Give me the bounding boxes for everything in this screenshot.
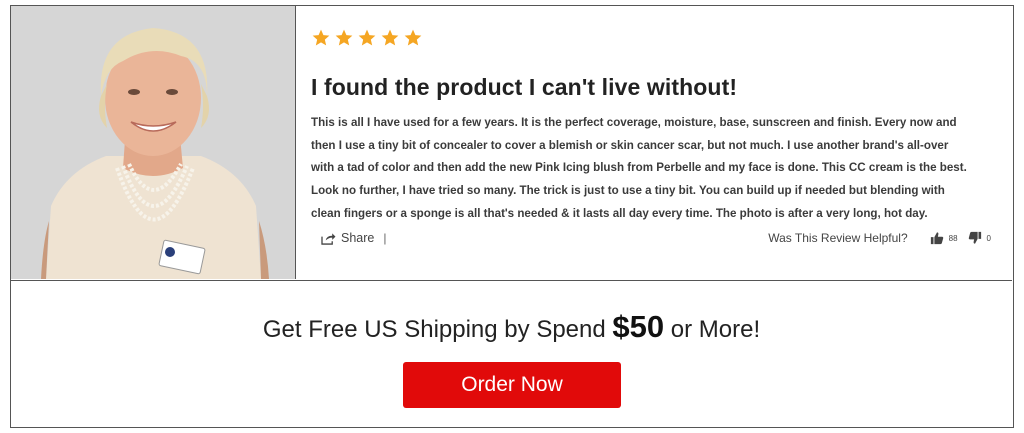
thumbs-down-icon [968, 231, 982, 245]
star-icon [357, 28, 377, 48]
star-rating [311, 28, 423, 48]
thumbs-up-count: 88 [948, 233, 958, 243]
review-body: I found the product I can't live without… [311, 6, 1001, 279]
helpful-question: Was This Review Helpful? [768, 231, 908, 245]
star-icon [403, 28, 423, 48]
divider: | [383, 231, 387, 245]
promo-text-before: Get Free US Shipping by Spend [262, 316, 613, 343]
thumbs-down-count: 0 [986, 233, 991, 243]
star-icon [334, 28, 354, 48]
thumbs-down-button[interactable]: 0 [968, 231, 991, 245]
review-card: I found the product I can't live without… [11, 6, 1012, 281]
review-text: This is all I have used for a few years.… [311, 116, 967, 220]
share-button[interactable]: Share | [321, 231, 386, 245]
promo-section: Get Free US Shipping by Spend $50 or Mor… [11, 282, 1012, 427]
helpful-section: Was This Review Helpful? 88 0 [768, 231, 991, 245]
review-widget: I found the product I can't live without… [10, 5, 1014, 428]
review-title: I found the product I can't live without… [311, 74, 738, 100]
thumbs-up-button[interactable]: 88 [930, 231, 958, 245]
star-icon [311, 28, 331, 48]
promo-text-after: or More! [664, 316, 761, 343]
promo-amount: $50 [612, 309, 665, 344]
reviewer-photo [11, 6, 296, 279]
star-icon [380, 28, 400, 48]
review-actions: Share | Was This Review Helpful? 88 0 [321, 230, 991, 250]
promo-headline: Get Free US Shipping by Spend $50 or Mor… [11, 309, 1012, 345]
share-icon [321, 232, 336, 245]
share-label: Share [341, 231, 375, 245]
thumbs-up-icon [930, 231, 944, 245]
order-now-button[interactable]: Order Now [403, 362, 621, 408]
